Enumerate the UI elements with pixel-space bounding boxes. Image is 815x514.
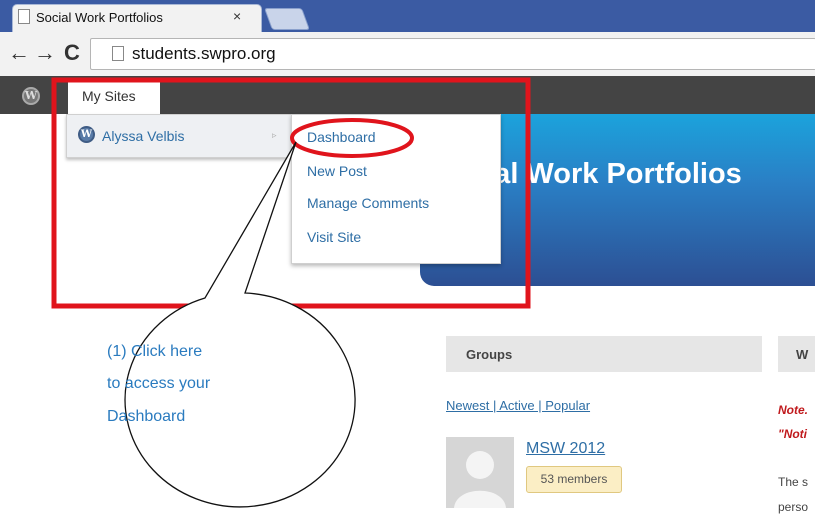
new-post-link[interactable]: New Post — [307, 163, 367, 179]
member-count-badge: 53 members — [526, 466, 622, 493]
body-text: perso — [778, 500, 809, 514]
url-text[interactable]: students.swpro.org — [132, 44, 276, 64]
page-icon — [112, 46, 124, 61]
callout-text: to access your — [107, 375, 211, 392]
avatar-placeholder-icon — [454, 451, 506, 508]
callout-text: (1) Click here — [107, 343, 203, 360]
site-name-item[interactable]: Alyssa Velbis — [102, 128, 184, 144]
group-name-link[interactable]: MSW 2012 — [526, 440, 605, 458]
reload-icon[interactable]: C — [64, 40, 80, 66]
manage-comments-link[interactable]: Manage Comments — [307, 195, 429, 211]
dashboard-link[interactable]: Dashboard — [307, 129, 376, 145]
group-avatar[interactable] — [446, 437, 514, 508]
body-text: The s — [778, 475, 809, 489]
right-widget-title: W — [796, 347, 809, 362]
page-icon — [18, 9, 30, 24]
back-arrow-icon[interactable]: ← — [8, 40, 30, 66]
note-text: Note. — [778, 403, 808, 417]
tab-close-icon[interactable]: × — [233, 8, 241, 24]
visit-site-link[interactable]: Visit Site — [307, 229, 361, 245]
my-sites-label[interactable]: My Sites — [82, 88, 136, 104]
note-text: "Noti — [778, 427, 808, 441]
tab-title: Social Work Portfolios — [36, 10, 163, 25]
wordpress-logo-icon[interactable]: W — [22, 87, 40, 105]
forward-arrow-icon[interactable]: → — [34, 40, 56, 66]
callout-text: Dashboard — [107, 408, 186, 425]
new-tab-button[interactable] — [263, 8, 311, 30]
site-title: cial Work Portfolios — [470, 158, 742, 190]
submenu-arrow-icon: ▹ — [272, 130, 277, 140]
groups-title: Groups — [466, 347, 513, 362]
wordpress-site-icon: W — [78, 126, 95, 143]
groups-filter-links[interactable]: Newest | Active | Popular — [446, 398, 590, 413]
